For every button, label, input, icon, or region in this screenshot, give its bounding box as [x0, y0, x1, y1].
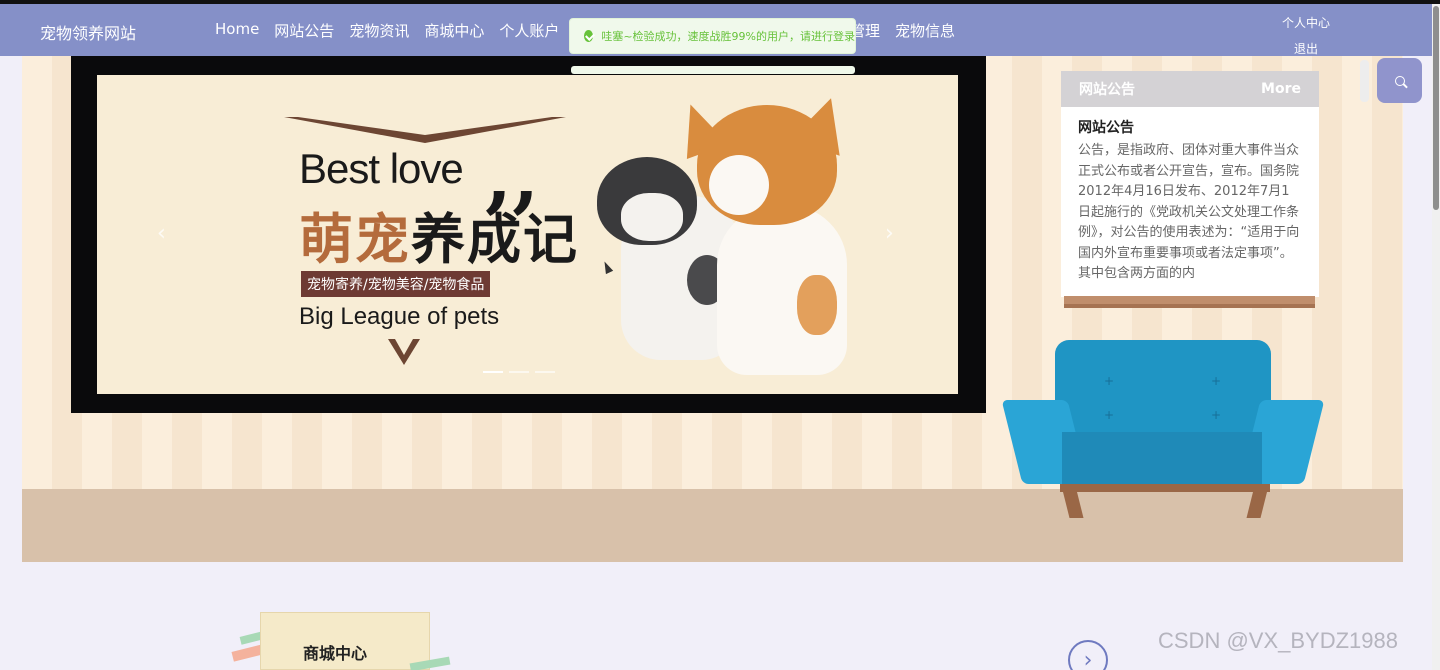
toast-message: 哇塞~检验成功，速度战胜99%的用户，请进行登录 — [601, 30, 855, 43]
carousel-prev-icon[interactable]: ‹ — [157, 221, 166, 246]
banner-subtitle: Big League of pets — [299, 303, 500, 330]
nav-item-pet-news[interactable]: 宠物资讯 — [349, 20, 409, 41]
watermark: CSDN @VX_BYDZ1988 — [1158, 628, 1398, 653]
chevron-right-icon: › — [1083, 647, 1093, 670]
puppy-muzzle — [709, 155, 769, 215]
notice-shelf — [1064, 296, 1315, 308]
notice-item-title[interactable]: 网站公告 — [1061, 107, 1319, 141]
nav-item-account[interactable]: 个人账户 — [499, 20, 559, 41]
headline-cn-b: 养成记 — [411, 208, 579, 271]
nav-item-home[interactable]: Home — [215, 20, 259, 41]
toast-shadow — [571, 66, 855, 74]
search-icon — [1394, 75, 1405, 86]
mall-section-title: 商城中心 — [303, 644, 368, 663]
main-nav-right: 管理 宠物信息 — [850, 20, 955, 41]
main-nav: Home 网站公告 宠物资讯 商城中心 个人账户 — [215, 20, 559, 41]
mini-scroll-thumb[interactable] — [1360, 60, 1369, 102]
nav-item-mall[interactable]: 商城中心 — [424, 20, 484, 41]
notice-more-link[interactable]: More — [1261, 81, 1301, 97]
page-scrollbar-thumb[interactable] — [1433, 6, 1439, 210]
sofa-illustration — [1055, 340, 1271, 440]
puppy-patch — [797, 275, 837, 335]
site-brand[interactable]: 宠物领养网站 — [40, 20, 136, 44]
check-circle-icon — [584, 30, 594, 42]
sofa-button: + — [1211, 374, 1222, 388]
banner-tagline: 宠物寄养/宠物美容/宠物食品 — [301, 271, 491, 297]
user-links: 个人中心 退出 — [1282, 10, 1330, 62]
sofa-seat — [1062, 432, 1262, 484]
success-toast: 哇塞~检验成功，速度战胜99%的用户，请进行登录 — [569, 18, 856, 54]
headline-cn-a: 萌宠 — [299, 208, 411, 271]
carousel-dot[interactable] — [535, 371, 555, 373]
notice-header: 网站公告 More — [1061, 71, 1319, 107]
carousel-next-icon[interactable]: › — [885, 221, 894, 246]
carousel-slide[interactable]: Best love ,, 萌宠养成记 宠物寄养/宠物美容/宠物食品 Big Le… — [97, 75, 958, 394]
headline-cn: 萌宠养成记 — [299, 195, 579, 274]
sofa-button: + — [1211, 408, 1222, 422]
personal-center-link[interactable]: 个人中心 — [1282, 10, 1330, 36]
headline-en: Best love — [299, 145, 464, 192]
mouse-cursor-icon — [600, 259, 614, 275]
notice-header-title: 网站公告 — [1079, 82, 1135, 98]
kitten-face — [621, 193, 683, 241]
sofa-base — [1060, 484, 1270, 492]
sofa-button: + — [1104, 374, 1115, 388]
decor-triangle-bottom-inner — [395, 339, 413, 355]
nav-item-pet-info[interactable]: 宠物信息 — [895, 20, 955, 41]
sofa-button: + — [1104, 408, 1115, 422]
carousel-frame: Best love ,, 萌宠养成记 宠物寄养/宠物美容/宠物食品 Big Le… — [71, 56, 986, 413]
notice-board: 网站公告 More 网站公告 公告，是指政府、团体对重大事件当众正式公布或者公开… — [1061, 71, 1319, 297]
nav-item-announcements[interactable]: 网站公告 — [274, 20, 334, 41]
carousel-dot[interactable] — [483, 371, 503, 373]
carousel-dot[interactable] — [509, 371, 529, 373]
notice-item-body: 公告，是指政府、团体对重大事件当众正式公布或者公开宣告，宣布。国务院2012年4… — [1078, 143, 1300, 281]
carousel-indicators — [483, 371, 555, 373]
floor — [22, 489, 1403, 562]
search-button[interactable] — [1377, 58, 1422, 103]
section-next-button[interactable]: › — [1068, 640, 1108, 670]
